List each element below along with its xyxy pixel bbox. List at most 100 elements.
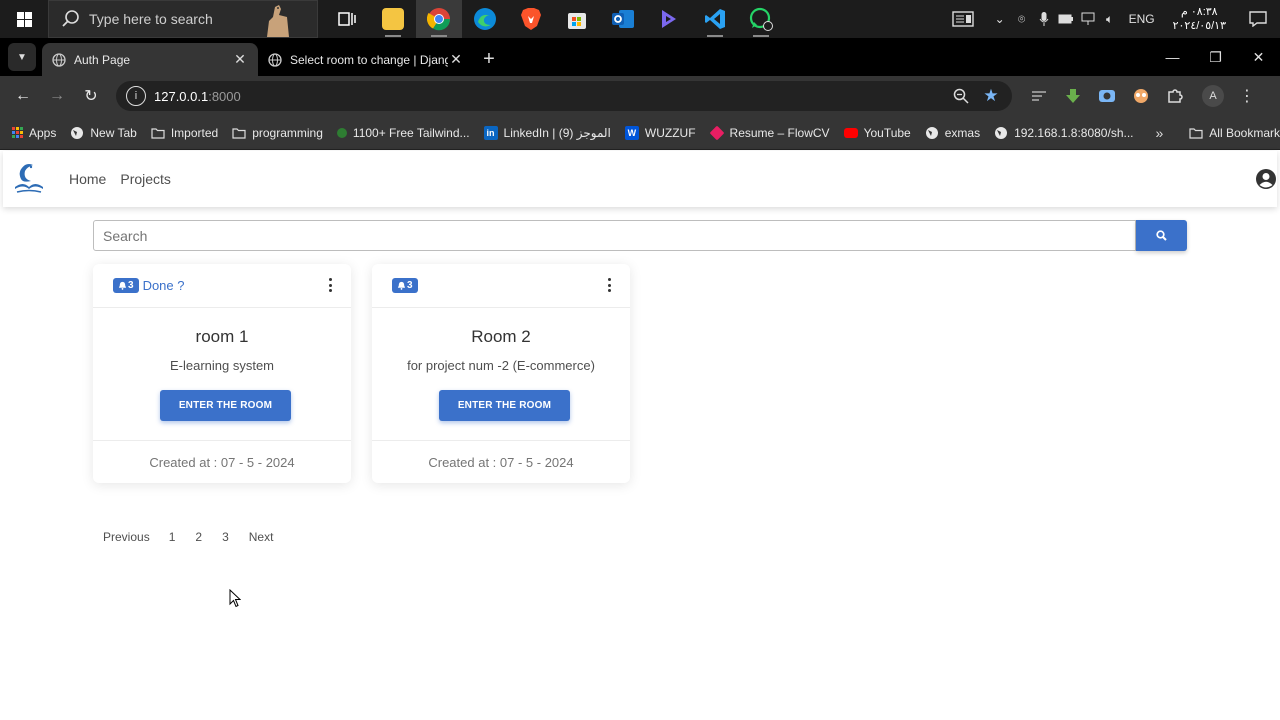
site-navbar: Home Projects <box>3 151 1277 207</box>
brave-icon[interactable] <box>508 0 554 38</box>
bookmark-label: Resume – FlowCV <box>729 125 830 140</box>
battery-icon <box>1055 0 1077 38</box>
more-menu-icon[interactable]: ⋮ <box>1230 81 1264 111</box>
microphone-icon <box>1033 0 1055 38</box>
bookmark-folder-imported[interactable]: Imported <box>151 126 218 140</box>
reload-icon[interactable]: ↻ <box>74 79 108 113</box>
search-button[interactable] <box>1136 220 1187 251</box>
folder-icon <box>1189 127 1203 139</box>
pagination-page-1[interactable]: 1 <box>169 530 176 544</box>
pagination-page-3[interactable]: 3 <box>222 530 229 544</box>
room-description: for project num -2 (E-commerce) <box>407 358 595 373</box>
chrome-icon[interactable] <box>416 0 462 38</box>
search-form: Search <box>93 220 1187 251</box>
globe-icon <box>995 126 1008 139</box>
bookmark-local-ip[interactable]: 192.168.1.8:8080/sh... <box>994 126 1134 140</box>
tab-django-admin[interactable]: Select room to change | Django ✕ <box>258 43 474 76</box>
minimize-icon[interactable]: — <box>1151 38 1194 76</box>
whatsapp-icon[interactable] <box>738 0 784 38</box>
search-input[interactable]: Search <box>93 220 1136 251</box>
nav-projects-link[interactable]: Projects <box>120 171 171 187</box>
room-created-date: Created at : 07 - 5 - 2024 <box>428 454 574 470</box>
bell-icon <box>397 281 406 290</box>
start-button[interactable] <box>0 0 48 38</box>
close-tab-icon[interactable]: ✕ <box>232 51 248 68</box>
extensions-puzzle-icon[interactable] <box>1158 81 1192 111</box>
language-indicator[interactable]: ENG <box>1129 0 1155 38</box>
bookmark-new-tab[interactable]: New Tab <box>70 126 137 140</box>
face-extension-icon[interactable] <box>1124 81 1158 111</box>
back-arrow-icon[interactable]: ← <box>6 79 40 113</box>
room-created-date: Created at : 07 - 5 - 2024 <box>149 454 295 470</box>
folder-icon <box>232 127 246 139</box>
taskbar-search-box[interactable]: Type here to search <box>48 0 318 38</box>
more-options-icon[interactable] <box>327 278 333 292</box>
forward-arrow-icon[interactable]: → <box>40 79 74 113</box>
badge-count: 3 <box>128 280 134 291</box>
bookmark-star-icon[interactable]: ★ <box>976 81 1006 111</box>
all-bookmarks-folder[interactable]: All Bookmarks <box>1189 126 1280 140</box>
enter-room-button[interactable]: ENTER THE ROOM <box>439 390 570 421</box>
youtube-icon <box>843 127 858 138</box>
bookmark-youtube[interactable]: YouTube <box>843 126 911 140</box>
tab-search-icon[interactable]: ▼ <box>8 43 36 71</box>
profile-avatar[interactable]: A <box>1196 81 1230 111</box>
bookmark-label: LinkedIn | الموجز (9) <box>503 125 611 140</box>
microsoft-store-icon[interactable] <box>554 0 600 38</box>
bookmark-folder-programming[interactable]: programming <box>232 126 323 140</box>
system-clock[interactable]: ٠٨:٣٨ م ٢٠٢٤/٠٥/١٣ <box>1173 5 1226 33</box>
nav-home-link[interactable]: Home <box>69 171 106 187</box>
news-widget-icon[interactable] <box>943 0 983 38</box>
download-extension-icon[interactable] <box>1056 81 1090 111</box>
network-icon[interactable] <box>1077 0 1099 38</box>
folder-icon <box>151 127 165 139</box>
site-logo[interactable] <box>11 161 47 197</box>
done-status-link[interactable]: Done ? <box>143 278 185 293</box>
browser-toolbar: ← → ↻ i 127.0.0.1:8000 ★ A ⋮ <box>0 76 1280 116</box>
volume-icon[interactable]: 🔈︎ <box>1099 0 1121 38</box>
more-bookmarks-chevron-icon[interactable]: » <box>1156 125 1164 141</box>
zoom-icon[interactable] <box>946 81 976 111</box>
pagination-next[interactable]: Next <box>249 530 274 544</box>
search-icon <box>62 10 79 27</box>
bookmark-exmas[interactable]: exmas <box>925 126 980 140</box>
edge-icon[interactable] <box>462 0 508 38</box>
windows-logo-icon <box>16 11 32 27</box>
bookmark-wuzzuf[interactable]: W WUZZUF <box>624 125 696 140</box>
tab-auth-page[interactable]: Auth Page ✕ <box>42 43 258 76</box>
file-explorer-icon[interactable] <box>370 0 416 38</box>
pagination-page-2[interactable]: 2 <box>195 530 202 544</box>
chevron-up-icon[interactable]: ⌄ <box>989 0 1011 38</box>
reading-list-icon[interactable] <box>1022 81 1056 111</box>
tailwind-favicon-icon <box>336 127 347 138</box>
badge-count: 3 <box>407 280 413 291</box>
close-tab-icon[interactable]: ✕ <box>448 51 464 68</box>
site-info-icon[interactable]: i <box>126 86 146 106</box>
screenshot-extension-icon[interactable] <box>1090 81 1124 111</box>
outlook-icon[interactable] <box>600 0 646 38</box>
bookmark-apps[interactable]: Apps <box>12 126 56 140</box>
vscode-icon[interactable] <box>692 0 738 38</box>
mouse-cursor-icon <box>229 589 241 608</box>
close-window-icon[interactable]: ✕ <box>1237 38 1280 76</box>
room-description: E-learning system <box>169 358 275 373</box>
notification-badge[interactable]: 3 <box>392 278 418 293</box>
more-options-icon[interactable] <box>606 278 612 292</box>
windows-taskbar: Type here to search ⌄ ⌾ 🔈︎ ENG ٠٨:٣٨ م ٢… <box>0 0 1280 38</box>
new-tab-icon[interactable]: + <box>474 43 504 76</box>
bookmark-tailwind[interactable]: 1100+ Free Tailwind... <box>336 126 470 140</box>
bookmark-label: programming <box>252 125 323 140</box>
room-title: Room 2 <box>471 327 531 346</box>
restore-icon[interactable]: ❐ <box>1194 38 1237 76</box>
enter-room-button[interactable]: ENTER THE ROOM <box>160 390 291 421</box>
notification-badge[interactable]: 3 <box>113 278 139 293</box>
room-card-header: 3 <box>372 264 630 308</box>
power-automate-icon[interactable] <box>646 0 692 38</box>
notification-icon[interactable] <box>1236 0 1280 38</box>
pagination-previous[interactable]: Previous <box>103 530 150 544</box>
address-bar[interactable]: i 127.0.0.1:8000 ★ <box>116 81 1012 111</box>
bookmark-flowcv[interactable]: Resume – FlowCV <box>709 125 830 140</box>
user-account-icon[interactable] <box>1255 168 1277 190</box>
bookmark-linkedin[interactable]: in LinkedIn | الموجز (9) <box>483 125 611 140</box>
task-view-icon[interactable] <box>324 0 370 38</box>
